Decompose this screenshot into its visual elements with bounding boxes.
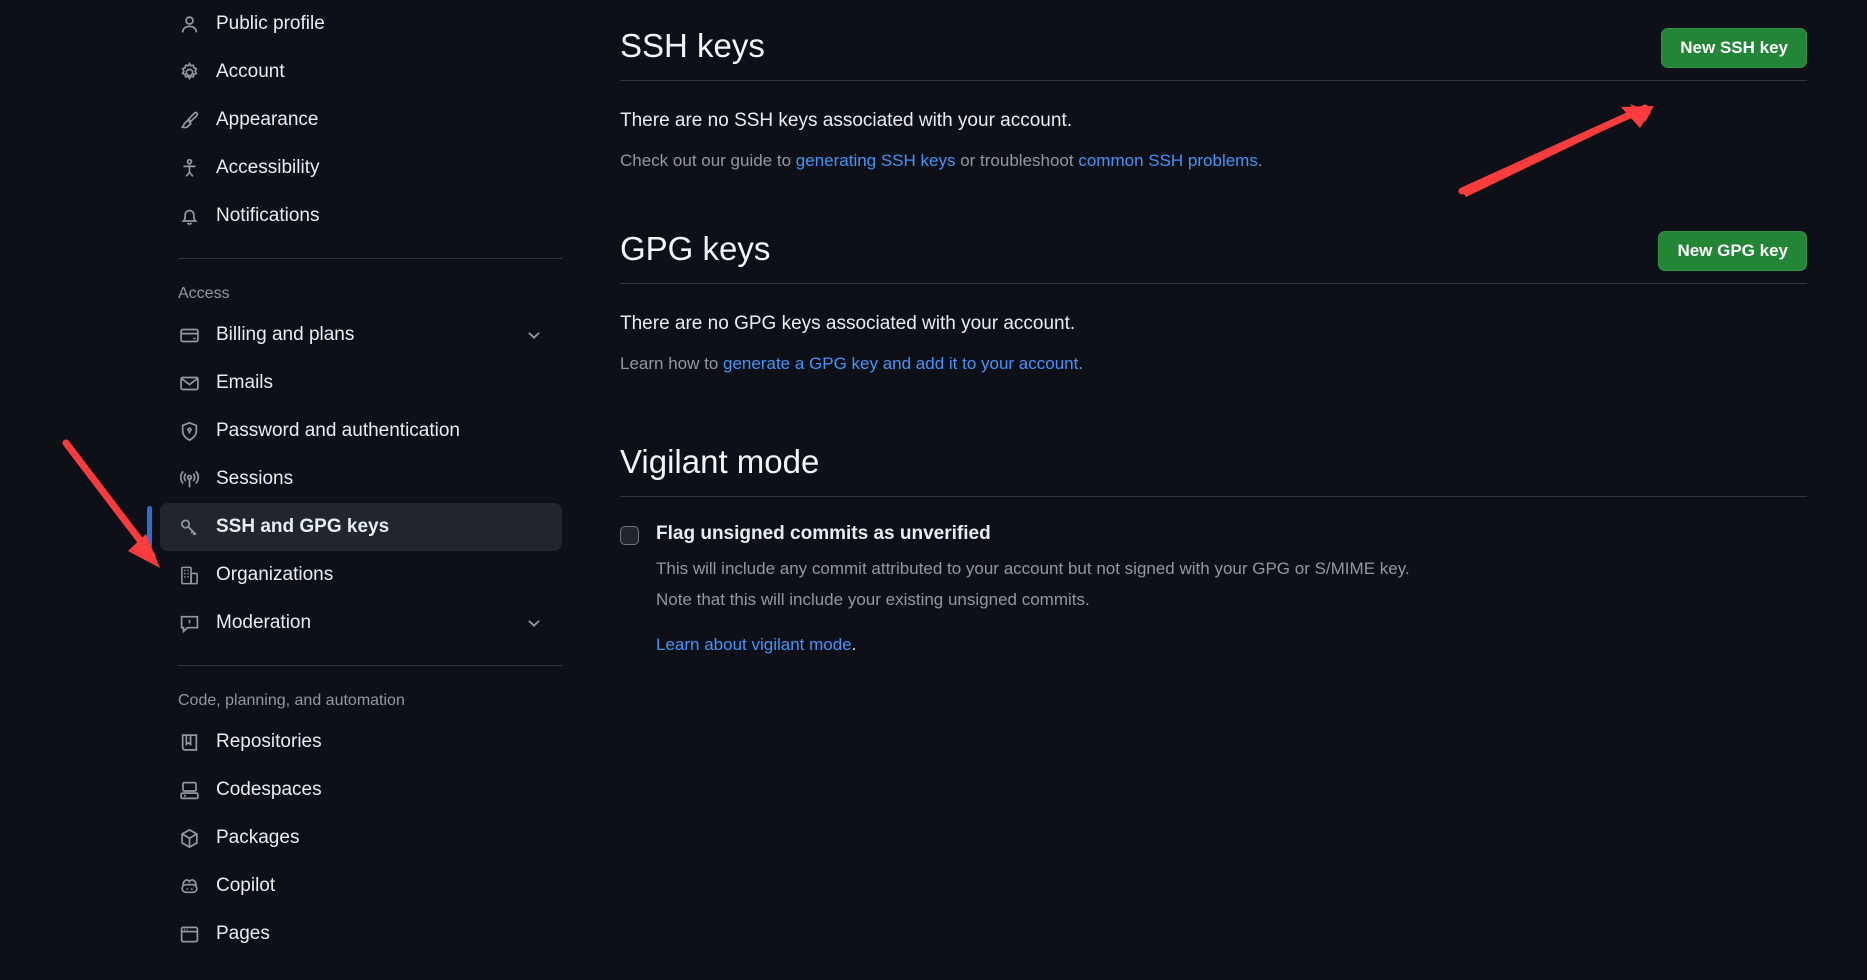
flag-unsigned-commits-label: Flag unsigned commits as unverified	[656, 522, 991, 544]
gpg-keys-section: GPG keys New GPG key There are no GPG ke…	[620, 229, 1807, 376]
codespaces-icon	[178, 779, 200, 801]
gpg-keys-help-text: Learn how to generate a GPG key and add …	[620, 351, 1807, 377]
sidebar-item-ssh-and-gpg-keys[interactable]: SSH and GPG keys	[147, 503, 562, 551]
sidebar-item-label: SSH and GPG keys	[216, 516, 390, 537]
vigilant-mode-header: Vigilant mode	[620, 442, 1807, 497]
ssh-help-suffix: .	[1257, 150, 1263, 170]
browser-icon	[178, 923, 200, 945]
flag-unsigned-commits-text: Flag unsigned commits as unverified This…	[656, 523, 1410, 655]
new-ssh-key-button[interactable]: New SSH key	[1661, 28, 1807, 68]
organization-icon	[178, 564, 200, 586]
flag-unsigned-commits-checkbox[interactable]	[620, 525, 639, 545]
copilot-icon	[178, 875, 200, 897]
sidebar-item-label: Codespaces	[216, 779, 322, 800]
sidebar-item-packages[interactable]: Packages	[160, 814, 562, 862]
sidebar-section-title-code: Code, planning, and automation	[178, 692, 405, 709]
gear-icon	[178, 61, 200, 83]
ssh-keys-title: SSH keys	[620, 27, 765, 64]
sidebar-item-public-profile[interactable]: Public profile	[160, 0, 562, 48]
mail-icon	[178, 372, 200, 394]
shield-lock-icon	[178, 420, 200, 442]
vigilant-mode-title: Vigilant mode	[620, 443, 820, 480]
sidebar-item-billing-and-plans[interactable]: Billing and plans	[160, 311, 562, 359]
broadcast-icon	[178, 468, 200, 490]
sidebar-item-accessibility[interactable]: Accessibility	[160, 144, 562, 192]
settings-page: Public profile Account Appearance Access…	[0, 0, 1867, 980]
gpg-keys-title: GPG keys	[620, 230, 771, 267]
sidebar-item-label: Account	[216, 61, 285, 82]
vigilant-desc-line-1: This will include any commit attributed …	[656, 559, 1410, 579]
sidebar-item-label: Organizations	[216, 564, 334, 585]
sidebar-item-label: Notifications	[216, 205, 320, 226]
gpg-help-prefix: Learn how to	[620, 353, 724, 373]
sidebar-group-code: Repositories Codespaces Packages Copilot…	[160, 718, 620, 958]
vigilant-learn-row: Learn about vigilant mode.	[656, 635, 1410, 655]
sidebar-item-label: Appearance	[216, 109, 319, 130]
sidebar-item-label: Sessions	[216, 468, 294, 489]
gpg-keys-empty-text: There are no GPG keys associated with yo…	[620, 313, 1076, 334]
sidebar-item-label: Password and authentication	[216, 420, 460, 441]
vigilant-learn-suffix: .	[851, 635, 857, 655]
key-icon	[178, 516, 200, 538]
sidebar-item-moderation[interactable]: Moderation	[160, 599, 562, 647]
accessibility-icon	[178, 157, 200, 179]
sidebar-section-title-access: Access	[178, 285, 230, 302]
sidebar-item-copilot[interactable]: Copilot	[160, 862, 562, 910]
paintbrush-icon	[178, 109, 200, 131]
ssh-keys-help-text: Check out our guide to generating SSH ke…	[620, 148, 1807, 174]
package-icon	[178, 827, 200, 849]
ssh-keys-header: SSH keys New SSH key	[620, 26, 1807, 81]
ssh-keys-empty-text: There are no SSH keys associated with yo…	[620, 110, 1073, 131]
flag-unsigned-commits-row: Flag unsigned commits as unverified This…	[620, 523, 1807, 655]
sidebar-item-label: Copilot	[216, 875, 276, 896]
sidebar-item-codespaces[interactable]: Codespaces	[160, 766, 562, 814]
vigilant-mode-section: Vigilant mode Flag unsigned commits as u…	[620, 442, 1807, 655]
ssh-help-middle: or troubleshoot	[955, 150, 1079, 170]
sidebar-item-label: Public profile	[216, 13, 325, 34]
ssh-help-prefix: Check out our guide to	[620, 150, 796, 170]
sidebar-item-appearance[interactable]: Appearance	[160, 96, 562, 144]
sidebar-item-label: Packages	[216, 827, 300, 848]
new-gpg-key-button[interactable]: New GPG key	[1658, 231, 1807, 271]
generating-ssh-keys-link[interactable]: generating SSH keys	[796, 151, 956, 170]
credit-card-icon	[178, 324, 200, 346]
repo-icon	[178, 731, 200, 753]
sidebar-item-organizations[interactable]: Organizations	[160, 551, 562, 599]
sidebar-item-account[interactable]: Account	[160, 48, 562, 96]
sidebar-item-label: Repositories	[216, 731, 322, 752]
sidebar-item-emails[interactable]: Emails	[160, 359, 562, 407]
sidebar-item-sessions[interactable]: Sessions	[160, 455, 562, 503]
sidebar-group-personal: Public profile Account Appearance Access…	[160, 0, 620, 240]
sidebar-item-notifications[interactable]: Notifications	[160, 192, 562, 240]
gpg-keys-header: GPG keys New GPG key	[620, 229, 1807, 284]
sidebar-item-label: Moderation	[216, 612, 312, 633]
sidebar-item-label: Accessibility	[216, 157, 320, 178]
bell-icon	[178, 205, 200, 227]
person-icon	[178, 13, 200, 35]
vigilant-desc-line-2: Note that this will include your existin…	[656, 589, 1090, 609]
generate-gpg-key-link[interactable]: generate a GPG key and add it to your ac…	[723, 354, 1078, 373]
ssh-keys-section: SSH keys New SSH key There are no SSH ke…	[620, 26, 1807, 173]
sidebar-item-label: Emails	[216, 372, 274, 393]
sidebar-item-password-and-authentication[interactable]: Password and authentication	[160, 407, 562, 455]
sidebar-group-access: Billing and plans Emails Password and au…	[147, 311, 620, 647]
settings-sidebar: Public profile Account Appearance Access…	[0, 0, 620, 980]
common-ssh-problems-link[interactable]: common SSH problems	[1078, 151, 1258, 170]
chevron-down-icon[interactable]	[524, 325, 544, 345]
sidebar-divider	[178, 258, 562, 259]
learn-about-vigilant-mode-link[interactable]: Learn about vigilant mode	[656, 635, 852, 654]
sidebar-item-label: Billing and plans	[216, 324, 355, 345]
sidebar-item-label: Pages	[216, 923, 270, 944]
main-content: SSH keys New SSH key There are no SSH ke…	[620, 0, 1867, 980]
report-icon	[178, 612, 200, 634]
sidebar-divider	[178, 665, 562, 666]
sidebar-item-pages[interactable]: Pages	[160, 910, 562, 958]
chevron-down-icon[interactable]	[524, 613, 544, 633]
gpg-help-suffix: .	[1078, 353, 1084, 373]
sidebar-item-repositories[interactable]: Repositories	[160, 718, 562, 766]
